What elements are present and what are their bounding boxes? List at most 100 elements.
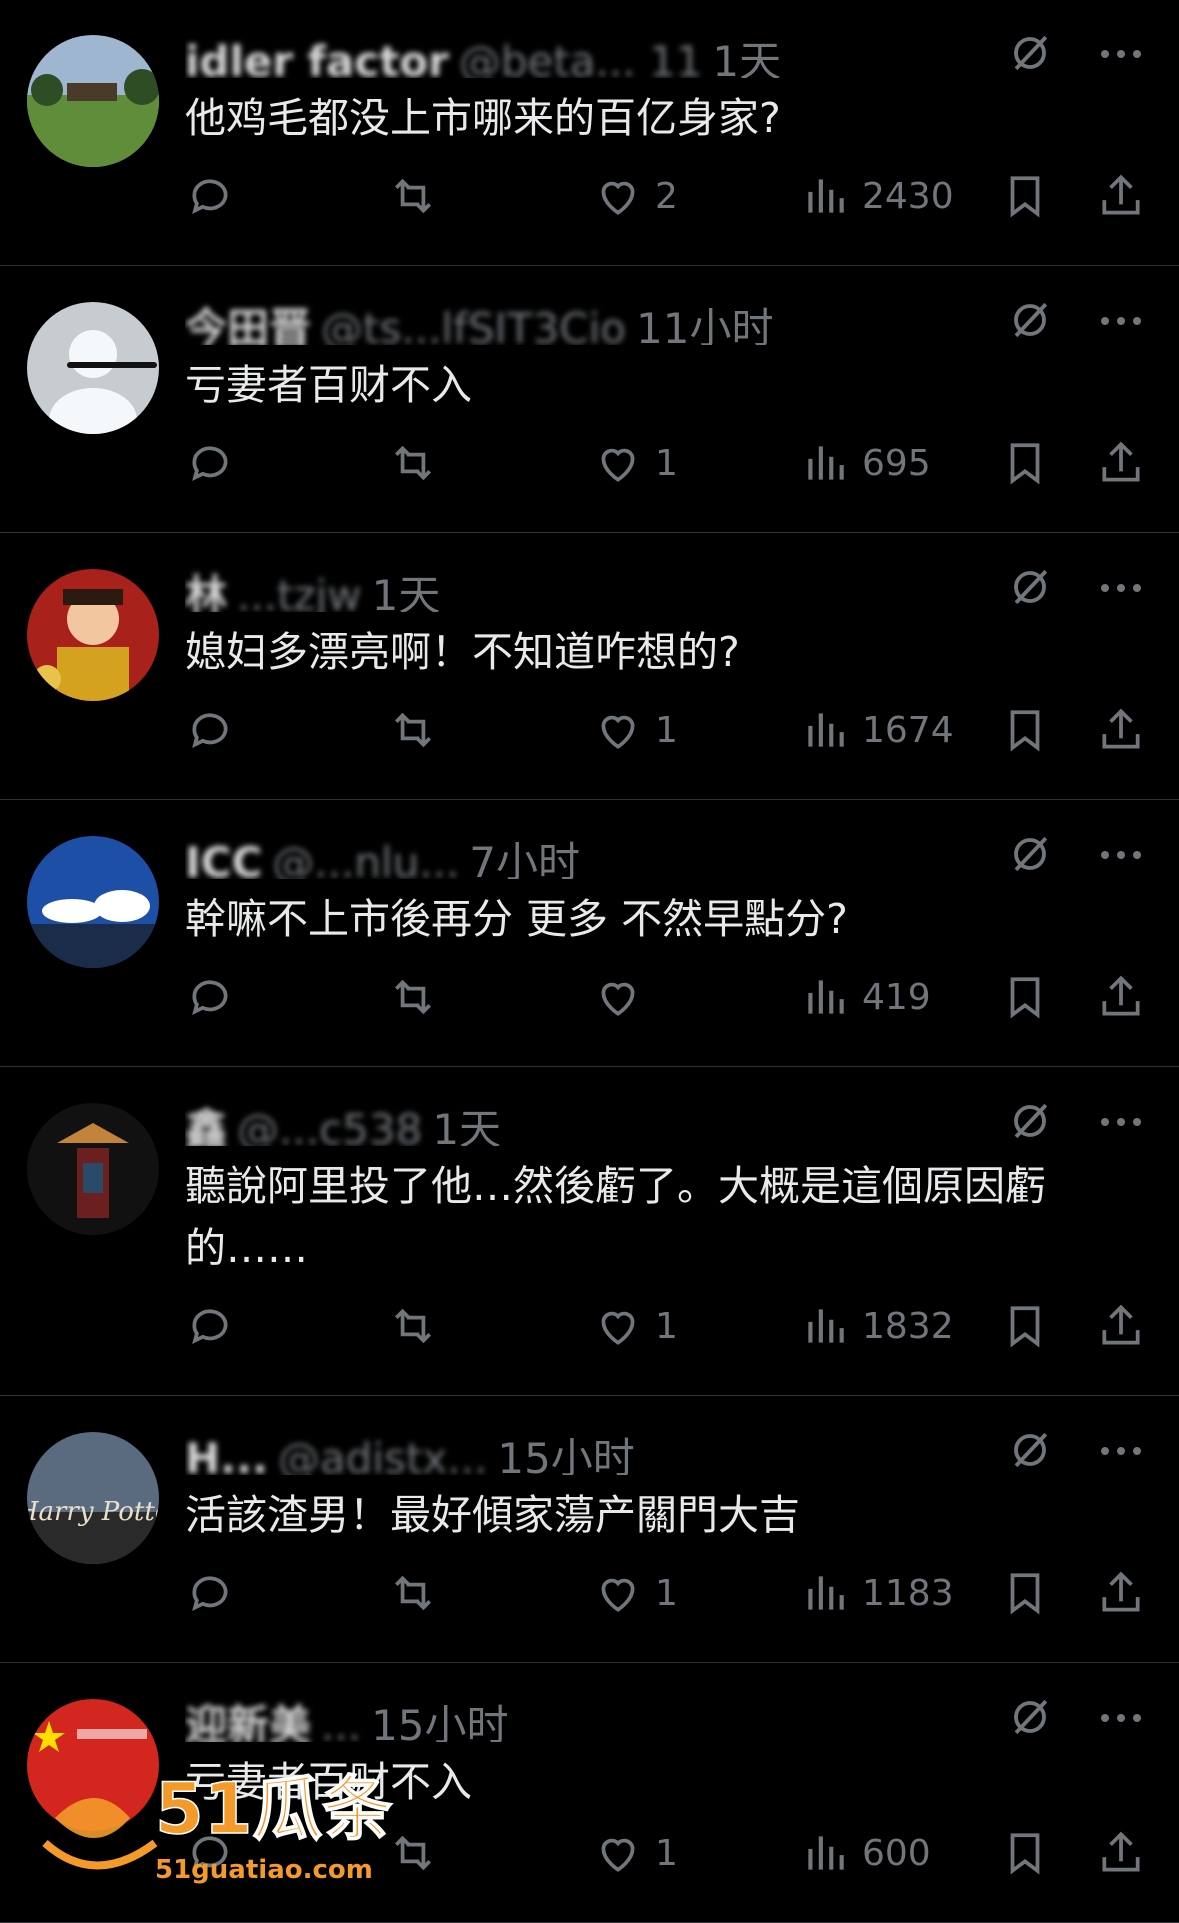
watermark-logo: 51瓜条 51guatiao.com — [35, 1748, 415, 1898]
like-count: 2 — [655, 175, 678, 217]
like-count: 1 — [655, 709, 678, 751]
timestamp[interactable]: 1天 — [432, 1105, 501, 1146]
bookmark-button[interactable] — [1000, 967, 1050, 1027]
like-button[interactable]: 1 — [593, 1296, 678, 1356]
grok-icon[interactable] — [1009, 32, 1051, 74]
views-button[interactable]: 1674 — [800, 700, 954, 760]
author-name[interactable]: ICC — [185, 838, 262, 879]
author-name[interactable]: H... — [185, 1434, 268, 1475]
author-handle[interactable]: @...nlu... — [272, 838, 459, 879]
repost-button[interactable] — [388, 1563, 438, 1623]
author-name[interactable]: 林 — [185, 571, 227, 612]
more-options-icon[interactable] — [1097, 311, 1145, 331]
author-name[interactable]: 迎新美 — [185, 1701, 311, 1742]
like-button[interactable]: 1 — [593, 433, 678, 493]
default-profile-avatar[interactable] — [27, 302, 159, 434]
views-button[interactable]: 1832 — [800, 1296, 954, 1356]
reply-item[interactable]: Harry Potte H...@adistx...15小时活該渣男！最好傾家蕩产… — [0, 1397, 1179, 1663]
timestamp[interactable]: 15小时 — [497, 1434, 634, 1475]
more-options-icon[interactable] — [1097, 44, 1145, 64]
reply-item[interactable]: idler factor @beta... 11 1天 他鸡毛都没上市哪来的百亿身家?… — [0, 0, 1179, 266]
views-button[interactable]: 1183 — [800, 1563, 954, 1623]
reply-button[interactable] — [185, 166, 235, 226]
share-button[interactable] — [1096, 967, 1146, 1027]
reply-button[interactable] — [185, 1563, 235, 1623]
share-icon — [1102, 975, 1140, 1016]
views-button[interactable]: 695 — [800, 433, 931, 493]
author-handle[interactable]: @beta... 11 — [459, 37, 703, 78]
timestamp[interactable]: 1天 — [372, 571, 441, 612]
grok-icon[interactable] — [1009, 566, 1051, 608]
views-button[interactable]: 600 — [800, 1823, 931, 1883]
views-icon — [808, 1836, 844, 1870]
god-of-wealth-avatar[interactable] — [27, 569, 159, 701]
timestamp[interactable]: 1天 — [712, 37, 781, 78]
bookmark-button[interactable] — [1000, 1823, 1050, 1883]
more-options-icon[interactable] — [1097, 1112, 1145, 1132]
reply-header: ICC @...nlu... 7小时 — [185, 829, 1029, 879]
golf-course-avatar[interactable] — [27, 35, 159, 167]
repost-button[interactable] — [388, 700, 438, 760]
share-button[interactable] — [1096, 433, 1146, 493]
action-bar: 1 1674 — [0, 700, 1179, 760]
reply-button[interactable] — [185, 1296, 235, 1356]
repost-button[interactable] — [388, 1296, 438, 1356]
repost-button[interactable] — [388, 166, 438, 226]
bookmark-button[interactable] — [1000, 166, 1050, 226]
grok-icon[interactable] — [1009, 1100, 1051, 1142]
more-options-icon[interactable] — [1097, 1441, 1145, 1461]
like-button[interactable]: 1 — [593, 1823, 678, 1883]
author-handle[interactable]: @adistx... — [278, 1434, 487, 1475]
views-button[interactable]: 419 — [800, 967, 931, 1027]
dark-figure-avatar[interactable] — [27, 1103, 159, 1235]
timestamp[interactable]: 15小时 — [371, 1701, 508, 1742]
author-name[interactable]: 鑫 — [185, 1105, 227, 1146]
bookmark-button[interactable] — [1000, 433, 1050, 493]
reply-icon — [192, 980, 228, 1016]
grok-icon[interactable] — [1009, 1429, 1051, 1471]
reply-item[interactable]: 林 ...tzjw 1天 媳妇多漂亮啊！不知道咋想的? 1 1674 — [0, 534, 1179, 800]
timestamp[interactable]: 7小时 — [469, 838, 580, 879]
grok-icon[interactable] — [1009, 1696, 1051, 1738]
grok-icon[interactable] — [1009, 299, 1051, 341]
author-handle[interactable]: @ts...lfSIT3Cio — [321, 304, 626, 345]
bookmark-button[interactable] — [1000, 1296, 1050, 1356]
author-name[interactable]: 今田晋 — [185, 304, 311, 345]
grok-icon[interactable] — [1009, 833, 1051, 875]
repost-button[interactable] — [388, 967, 438, 1027]
bookmark-button[interactable] — [1000, 1563, 1050, 1623]
author-handle[interactable]: ... — [321, 1701, 361, 1742]
like-button[interactable]: 2 — [593, 166, 678, 226]
reply-item[interactable]: 鑫 @...c538 1天 聽說阿里投了他…然後虧了。大概是這個原因虧的…… 1 1832 — [0, 1068, 1179, 1396]
more-options-icon[interactable] — [1097, 845, 1145, 865]
views-button[interactable]: 2430 — [800, 166, 954, 226]
share-button[interactable] — [1096, 1563, 1146, 1623]
retweet-icon — [395, 445, 431, 481]
views-icon — [808, 980, 844, 1014]
share-icon — [1102, 1831, 1140, 1872]
share-button[interactable] — [1096, 1823, 1146, 1883]
author-handle[interactable]: ...tzjw — [237, 571, 362, 612]
reply-button[interactable] — [185, 967, 235, 1027]
reply-icon — [192, 1576, 228, 1612]
like-button[interactable] — [593, 967, 643, 1027]
like-button[interactable]: 1 — [593, 700, 678, 760]
share-button[interactable] — [1096, 166, 1146, 226]
reply-button[interactable] — [185, 700, 235, 760]
repost-button[interactable] — [388, 433, 438, 493]
author-name[interactable]: idler factor — [185, 37, 449, 78]
like-button[interactable]: 1 — [593, 1563, 678, 1623]
svg-text:51瓜条: 51瓜条 — [155, 1768, 392, 1850]
share-button[interactable] — [1096, 1296, 1146, 1356]
reply-item[interactable]: ICC @...nlu... 7小时 幹嘛不上市後再分 更多 不然早點分? 419 — [0, 801, 1179, 1067]
reply-item[interactable]: 今田晋 @ts...lfSIT3Cio 11小时 亏妻者百财不入 1 695 — [0, 267, 1179, 533]
author-handle[interactable]: @...c538 — [237, 1105, 422, 1146]
share-button[interactable] — [1096, 700, 1146, 760]
more-options-icon[interactable] — [1097, 578, 1145, 598]
reply-button[interactable] — [185, 433, 235, 493]
harry-potter-avatar[interactable]: Harry Potte — [27, 1432, 159, 1564]
more-options-icon[interactable] — [1097, 1708, 1145, 1728]
timestamp[interactable]: 11小时 — [636, 304, 773, 345]
sky-clouds-avatar[interactable] — [27, 836, 159, 968]
bookmark-button[interactable] — [1000, 700, 1050, 760]
